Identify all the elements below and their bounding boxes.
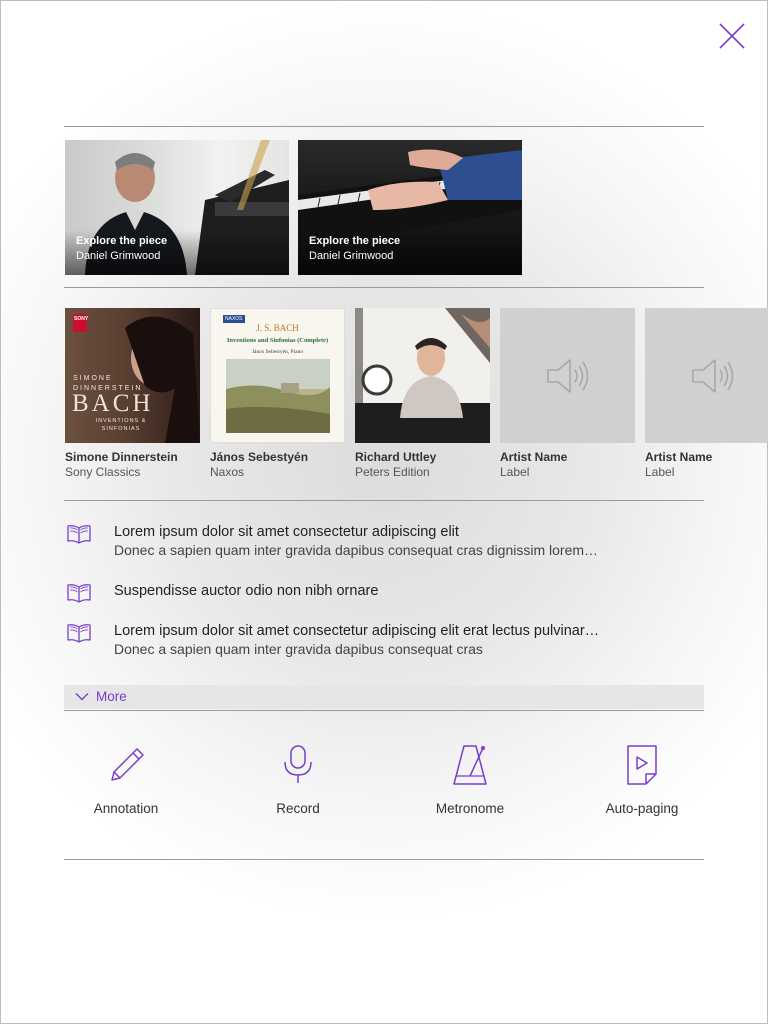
album-cover-badge: NAXOS <box>223 315 245 323</box>
album-cover-text: J. S. BACH <box>256 323 299 333</box>
recording-artist: Artist Name <box>500 450 568 464</box>
microphone-icon <box>284 745 312 783</box>
metronome-button[interactable]: Metronome <box>408 742 532 816</box>
recording-artist: Simone Dinnerstein <box>65 450 178 464</box>
tool-label: Annotation <box>93 801 159 816</box>
record-button[interactable]: Record <box>236 742 360 816</box>
video-tile[interactable]: Explore the piece Daniel Grimwood <box>298 140 522 275</box>
divider <box>64 126 704 127</box>
pencil-icon <box>111 748 144 781</box>
tool-label: Auto-paging <box>605 801 679 816</box>
recording-label: Sony Classics <box>65 465 141 479</box>
recording-label: Naxos <box>210 465 245 479</box>
recording-item[interactable]: Richard Uttley Peters Edition <box>355 308 490 480</box>
auto-paging-icon <box>627 745 657 785</box>
more-button[interactable]: More <box>64 685 704 709</box>
recording-item[interactable]: NAXOS J. S. BACH Inventions and Sinfonia… <box>210 308 345 480</box>
recording-item[interactable]: Artist Name Label <box>645 308 768 480</box>
book-icon <box>67 525 91 544</box>
lesson-item[interactable]: Suspendisse auctor odio non nibh ornare <box>64 582 704 604</box>
recording-artist: Richard Uttley <box>355 450 437 464</box>
album-cover: SONY SIMONE DINNERSTEIN BACH INVENTIONS … <box>65 308 200 443</box>
book-icon <box>67 624 91 643</box>
more-label: More <box>96 689 127 704</box>
metronome-icon <box>453 745 487 785</box>
lesson-title: Lorem ipsum dolor sit amet consectetur a… <box>114 524 459 540</box>
album-cover-subtitle: János Sebestyén, Piano <box>251 349 304 355</box>
recording-label: Label <box>645 465 675 479</box>
album-cover-placeholder <box>500 308 635 443</box>
lesson-subtitle: Donec a sapien quam inter gravida dapibu… <box>114 542 599 558</box>
recording-item[interactable]: Artist Name Label <box>500 308 635 480</box>
tool-label: Metronome <box>435 801 505 816</box>
recording-artist: Artist Name <box>645 450 713 464</box>
speaker-icon <box>692 358 734 393</box>
video-subtitle: Daniel Grimwood <box>309 250 394 262</box>
album-cover <box>355 308 490 443</box>
auto-paging-button[interactable]: Auto-paging <box>580 742 704 816</box>
album-cover-badge: SONY <box>74 316 89 322</box>
close-icon <box>719 23 745 49</box>
lesson-subtitle: Donec a sapien quam inter gravida dapibu… <box>114 641 483 657</box>
lesson-title: Suspendisse auctor odio non nibh ornare <box>114 583 379 599</box>
divider <box>64 287 704 288</box>
chevron-down-icon <box>75 693 89 701</box>
album-cover-title: BACH <box>72 390 154 417</box>
recording-label: Peters Edition <box>355 465 430 479</box>
tool-label: Record <box>276 801 320 816</box>
album-cover: NAXOS J. S. BACH Inventions and Sinfonia… <box>210 308 345 443</box>
recording-item[interactable]: SONY SIMONE DINNERSTEIN BACH INVENTIONS … <box>65 308 200 480</box>
album-art <box>226 359 330 433</box>
lesson-item[interactable]: Lorem ipsum dolor sit amet consectetur a… <box>64 523 704 563</box>
video-caption: Explore the piece Daniel Grimwood <box>76 234 167 264</box>
video-title: Explore the piece <box>76 235 168 247</box>
album-art <box>355 308 490 443</box>
book-icon <box>67 584 91 603</box>
close-button[interactable] <box>716 20 748 52</box>
speaker-icon <box>546 358 588 393</box>
video-title: Explore the piece <box>309 235 401 247</box>
recording-artist: János Sebestyén <box>210 450 309 464</box>
divider <box>64 500 704 501</box>
video-subtitle: Daniel Grimwood <box>76 250 161 262</box>
lesson-title: Lorem ipsum dolor sit amet consectetur a… <box>114 623 600 639</box>
divider <box>64 710 704 711</box>
video-tile[interactable]: Explore the piece Daniel Grimwood <box>65 140 289 275</box>
annotation-button[interactable]: Annotation <box>64 742 188 816</box>
album-cover-placeholder <box>645 308 768 443</box>
video-caption: Explore the piece Daniel Grimwood <box>309 234 400 264</box>
album-cover-subtitle: INVENTIONS & SINFONIAS <box>95 418 147 432</box>
album-cover-title: Inventions and Sinfonias (Complete) <box>226 337 329 344</box>
divider <box>64 859 704 860</box>
lesson-item[interactable]: Lorem ipsum dolor sit amet consectetur a… <box>64 622 704 662</box>
recording-label: Label <box>500 465 530 479</box>
